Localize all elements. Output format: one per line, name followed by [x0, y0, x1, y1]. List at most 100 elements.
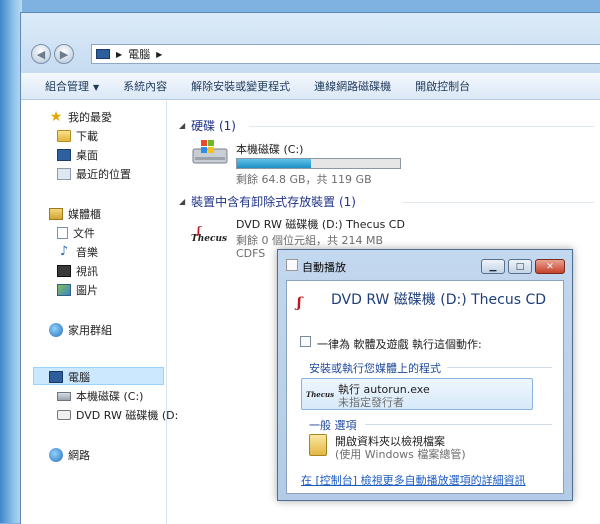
general-section-title: 一般 選項: [309, 419, 357, 432]
group-divider: [249, 126, 594, 127]
section-divider: [365, 424, 552, 425]
folder-icon: [309, 434, 327, 456]
nav-pictures[interactable]: 圖片: [57, 282, 98, 298]
dvd-drive-item[interactable]: ʃ Thecus DVD RW 磁碟機 (D:) Thecus CD 剩餘 0 …: [171, 101, 600, 260]
local-disk-name: 本機磁碟 (C:): [236, 143, 304, 156]
minimize-button[interactable]: ▁: [481, 259, 505, 274]
nav-homegroup[interactable]: 家用群組: [49, 322, 112, 338]
command-bar: 組合管理 ▼ 系統內容 解除安裝或變更程式 連線網路磁碟機 開啟控制台: [21, 73, 600, 100]
open-folder-sub-text: 使用 Windows 檔案總管: [339, 448, 462, 461]
thecus-logo-text: Thecus: [306, 390, 335, 399]
nav-computer[interactable]: 電腦: [49, 369, 90, 385]
network-icon: [49, 448, 63, 462]
nav-dvd-drive[interactable]: DVD RW 磁碟機 (D:: [57, 407, 178, 423]
nav-local-disk[interactable]: 本機磁碟 (C:): [57, 388, 143, 404]
nav-label: 我的最愛: [68, 111, 112, 124]
minimize-icon: ▁: [489, 261, 497, 272]
organize-label: 組合管理: [45, 80, 89, 93]
star-icon: ★: [49, 109, 63, 125]
address-bar[interactable]: ▶ 電腦 ▶: [91, 44, 600, 64]
back-arrow-icon: ◀: [36, 47, 46, 61]
hard-drive-icon: [57, 391, 71, 401]
video-icon: [57, 265, 71, 277]
open-control-panel-button[interactable]: 開啟控制台: [403, 78, 482, 94]
dropdown-arrow-icon: ▼: [93, 83, 100, 92]
nav-downloads[interactable]: 下載: [57, 128, 98, 144]
open-folder-sublabel: (使用 Windows 檔案總管): [335, 448, 466, 461]
always-do-label[interactable]: 一律為 軟體及遊戲 執行這個動作:: [317, 336, 482, 352]
nav-desktop[interactable]: 桌面: [57, 147, 98, 163]
nav-music[interactable]: ♪ 音樂: [57, 244, 98, 260]
music-note-icon: ♪: [59, 244, 69, 259]
dvd-drive-icon: [57, 410, 71, 420]
group-title: 裝置中含有卸除式存放裝置 (1): [191, 195, 356, 209]
nav-label: 文件: [73, 227, 95, 240]
organize-button[interactable]: 組合管理 ▼: [21, 78, 111, 94]
nav-network[interactable]: 網路: [49, 447, 90, 463]
documents-icon: [57, 227, 68, 239]
nav-label: 網路: [68, 449, 90, 462]
group-title: 硬碟 (1): [191, 119, 236, 133]
dvd-filesystem: CDFS: [236, 247, 266, 260]
dialog-heading: DVD RW 磁碟機 (D:) Thecus CD: [331, 292, 547, 308]
maximize-icon: □: [515, 261, 525, 272]
title-bar: ◀ ▶ ▶ 電腦 ▶: [21, 13, 600, 73]
disk-usage-fill: [237, 159, 312, 168]
group-header-removable[interactable]: ◢ 裝置中含有卸除式存放裝置 (1): [179, 193, 356, 210]
uninstall-program-button[interactable]: 解除安裝或變更程式: [179, 78, 302, 94]
dialog-body: ʃ DVD RW 磁碟機 (D:) Thecus CD 一律為 軟體及遊戲 執行…: [286, 280, 564, 494]
group-divider: [403, 202, 594, 203]
local-disk-free: 剩餘 64.8 GB，共 119 GB: [236, 173, 372, 186]
thecus-swoosh-icon: ʃ: [197, 226, 201, 237]
breadcrumb-chevron-icon[interactable]: ▶: [156, 50, 162, 59]
nav-libraries[interactable]: 媒體櫃: [49, 206, 101, 222]
forward-button[interactable]: ▶: [54, 44, 74, 64]
nav-documents[interactable]: 文件: [57, 225, 95, 241]
dvd-drive-name: DVD RW 磁碟機 (D:) Thecus CD: [236, 218, 405, 231]
navigation-pane: ★ 我的最愛 下載 桌面 最近的位置 媒體櫃 文件 ♪ 音樂 視訊 圖片 家用群組 …: [21, 101, 178, 524]
map-network-drive-button[interactable]: 連線網路磁碟機: [302, 78, 403, 94]
recent-places-icon: [57, 168, 71, 180]
nav-label: 家用群組: [68, 324, 112, 337]
always-do-checkbox[interactable]: [300, 336, 311, 347]
nav-label: DVD RW 磁碟機 (D:: [76, 409, 179, 422]
run-autorun-option[interactable]: Thecus 執行 autorun.exe 未指定發行者: [301, 378, 533, 410]
nav-label: 圖片: [76, 284, 98, 297]
breadcrumb-computer[interactable]: 電腦: [128, 46, 150, 62]
homegroup-icon: [49, 323, 63, 337]
nav-label: 桌面: [76, 149, 98, 162]
autoplay-title-icon: [286, 259, 298, 271]
nav-label: 視訊: [76, 265, 98, 278]
nav-label: 音樂: [76, 246, 98, 259]
nav-label: 最近的位置: [76, 168, 131, 181]
system-properties-button[interactable]: 系統內容: [111, 78, 179, 94]
desktop-icon: [57, 149, 71, 161]
disk-usage-bar: [236, 158, 401, 169]
more-autoplay-options-link[interactable]: 在 [控制台] 檢視更多自動播放選項的詳細資訊: [301, 472, 526, 488]
nav-recent[interactable]: 最近的位置: [57, 166, 131, 182]
collapse-caret-icon[interactable]: ◢: [179, 121, 185, 130]
section-divider: [447, 367, 552, 368]
collapse-caret-icon[interactable]: ◢: [179, 197, 185, 206]
desktop-background: [0, 0, 22, 523]
nav-label: 下載: [76, 130, 98, 143]
close-icon: ✕: [546, 261, 554, 272]
group-header-hdd[interactable]: ◢ 硬碟 (1): [179, 117, 236, 134]
back-button[interactable]: ◀: [31, 44, 51, 64]
computer-icon: [96, 49, 110, 59]
nav-videos[interactable]: 視訊: [57, 263, 98, 279]
close-button[interactable]: ✕: [535, 259, 565, 274]
forward-arrow-icon: ▶: [59, 47, 69, 61]
maximize-button[interactable]: □: [508, 259, 532, 274]
nav-favorites[interactable]: ★ 我的最愛: [49, 109, 112, 125]
windows-drive-icon: [192, 140, 228, 164]
breadcrumb-chevron-icon[interactable]: ▶: [116, 50, 122, 59]
autoplay-dialog: 自動播放 ▁ □ ✕ ʃ DVD RW 磁碟機 (D:) Thecus CD 一…: [277, 249, 573, 501]
computer-icon: [49, 371, 63, 383]
nav-label: 本機磁碟 (C:): [76, 390, 144, 403]
downloads-folder-icon: [57, 130, 71, 142]
nav-label: 電腦: [68, 371, 90, 384]
dvd-drive-free: 剩餘 0 個位元組，共 214 MB: [236, 234, 384, 247]
pictures-icon: [57, 284, 71, 296]
libraries-icon: [49, 208, 63, 220]
